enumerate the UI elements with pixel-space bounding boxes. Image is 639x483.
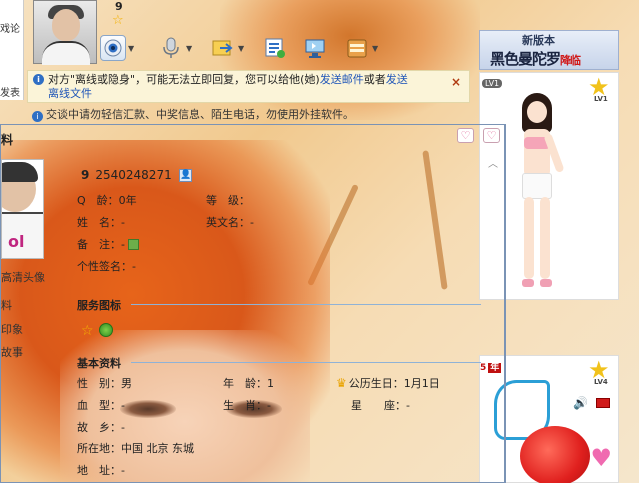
star-icon: ☆ xyxy=(112,13,124,28)
profile-nav-info[interactable]: 料 xyxy=(1,297,12,313)
contact-avatar[interactable] xyxy=(33,0,97,65)
app-box-button[interactable]: ▼ xyxy=(344,33,378,63)
section-basic-info: 基本资料 xyxy=(77,357,121,370)
level-row: 等 级： xyxy=(206,194,250,207)
remote-assist-icon xyxy=(302,35,328,61)
level-star-icon: ★ LV4 xyxy=(588,356,610,386)
app-box-icon xyxy=(344,35,370,61)
profile-nav-impression[interactable]: 印象 xyxy=(1,321,23,337)
profile-panel: 料 ♡ ♡ ︿ ol 高清头像 料 印象 故事 9 2540248271 👤 Q … xyxy=(0,124,506,483)
gender-row: 性 别：男 xyxy=(77,377,132,390)
camera-icon xyxy=(100,35,126,61)
section-service-icons: 服务图标 xyxy=(77,299,121,312)
constellation-row: 星 座：- xyxy=(351,399,410,412)
flag-icon[interactable] xyxy=(596,398,610,408)
qq-age-row: Q 龄：0年 xyxy=(77,194,137,207)
birthday-row: ♛ 公历生日：1月1日 xyxy=(336,376,440,390)
left-send-tab[interactable]: 发表 xyxy=(0,84,24,102)
english-name-row: 英文名：- xyxy=(206,216,254,229)
contact-name: 9 xyxy=(115,0,123,13)
info-icon: i xyxy=(32,111,43,122)
signature-row: 个性签名：- xyxy=(77,260,136,273)
green-service-icon[interactable] xyxy=(99,323,113,337)
crown-icon: ♛ xyxy=(336,376,347,390)
send-offline-file-link[interactable]: 发送 xyxy=(386,73,408,86)
microphone-icon xyxy=(158,35,184,61)
contact-id: 9 2540248271 xyxy=(81,168,172,182)
chevron-down-icon[interactable]: ▼ xyxy=(128,44,134,53)
message-record-icon xyxy=(262,35,288,61)
chevron-down-icon[interactable]: ▼ xyxy=(238,44,244,53)
chevron-down-icon[interactable]: ▼ xyxy=(372,44,378,53)
section-divider xyxy=(131,362,481,363)
profile-nav-story[interactable]: 故事 xyxy=(1,344,23,360)
left-tab[interactable]: 戏论 xyxy=(0,20,24,38)
lv-badge: LV1 xyxy=(482,79,503,88)
hometown-row: 故 乡：- xyxy=(77,421,125,434)
heart-button[interactable]: ♡ xyxy=(483,128,500,143)
send-offline-file-link-2[interactable]: 离线文件 xyxy=(48,87,92,100)
collapse-icon[interactable]: ︿ xyxy=(488,155,498,170)
edit-remark-icon[interactable] xyxy=(127,239,139,250)
advert-line2: 黑色曼陀罗降临 xyxy=(490,50,581,68)
advert-banner[interactable]: 新版本 黑色曼陀罗降临 xyxy=(479,30,619,70)
heart-button[interactable]: ♡ xyxy=(457,128,474,143)
avatar-body xyxy=(42,41,90,65)
star-service-icon[interactable]: ☆ xyxy=(81,323,94,339)
transfer-file-button[interactable]: ▼ xyxy=(210,33,244,63)
qq-show-avatar xyxy=(508,93,568,293)
panel-title: 料 xyxy=(1,133,14,147)
info-icon: i xyxy=(33,74,44,85)
security-notice: i 交谈中请勿轻信汇款、中奖信息、陌生电话，勿使用外挂软件。 xyxy=(32,106,354,122)
video-call-button[interactable]: ▼ xyxy=(100,33,134,63)
remark-row: 备 注：- xyxy=(77,236,139,252)
send-email-link[interactable]: 发送邮件 xyxy=(320,73,364,86)
section-divider xyxy=(131,304,481,305)
close-icon[interactable]: × xyxy=(451,75,461,89)
hd-avatar-link[interactable]: 高清头像 xyxy=(1,269,45,285)
offline-notice-text: 对方"离线或隐身"，可能无法立即回复，您可以给他(她)发送邮件或者发送 离线文件 xyxy=(48,73,408,100)
address-row: 地 址：- xyxy=(77,464,125,477)
remote-assist-button[interactable] xyxy=(302,33,328,63)
left-window-strip: 戏论 发表 xyxy=(0,0,24,100)
message-record-button[interactable] xyxy=(262,33,288,63)
name-row: 姓 名：- xyxy=(77,216,125,229)
speaker-icon[interactable]: 🔊 xyxy=(573,396,588,410)
pomegranate-decoration xyxy=(520,426,590,483)
age-row: 年 龄：1 xyxy=(223,377,274,390)
transfer-file-icon xyxy=(210,35,236,61)
avatar-head xyxy=(52,9,80,41)
voice-call-button[interactable]: ▼ xyxy=(158,33,192,63)
contact-card-icon[interactable]: 👤 xyxy=(179,169,192,182)
location-row: 所在地：中国 北京 东城 xyxy=(77,442,194,455)
advert-line1: 新版本 xyxy=(522,34,555,47)
left-tab[interactable] xyxy=(0,2,24,20)
chevron-down-icon[interactable]: ▼ xyxy=(186,44,192,53)
profile-avatar[interactable]: ol xyxy=(1,159,44,259)
blood-type-row: 血 型：- xyxy=(77,399,125,412)
offline-notice-bar: i 对方"离线或隐身"，可能无法立即回复，您可以给他(她)发送邮件或者发送 离线文… xyxy=(27,70,470,103)
level-star-icon: ★ LV1 xyxy=(588,73,610,103)
zodiac-row: 生 肖：- xyxy=(223,399,271,412)
heart-decoration-icon: ♥ xyxy=(590,444,612,472)
